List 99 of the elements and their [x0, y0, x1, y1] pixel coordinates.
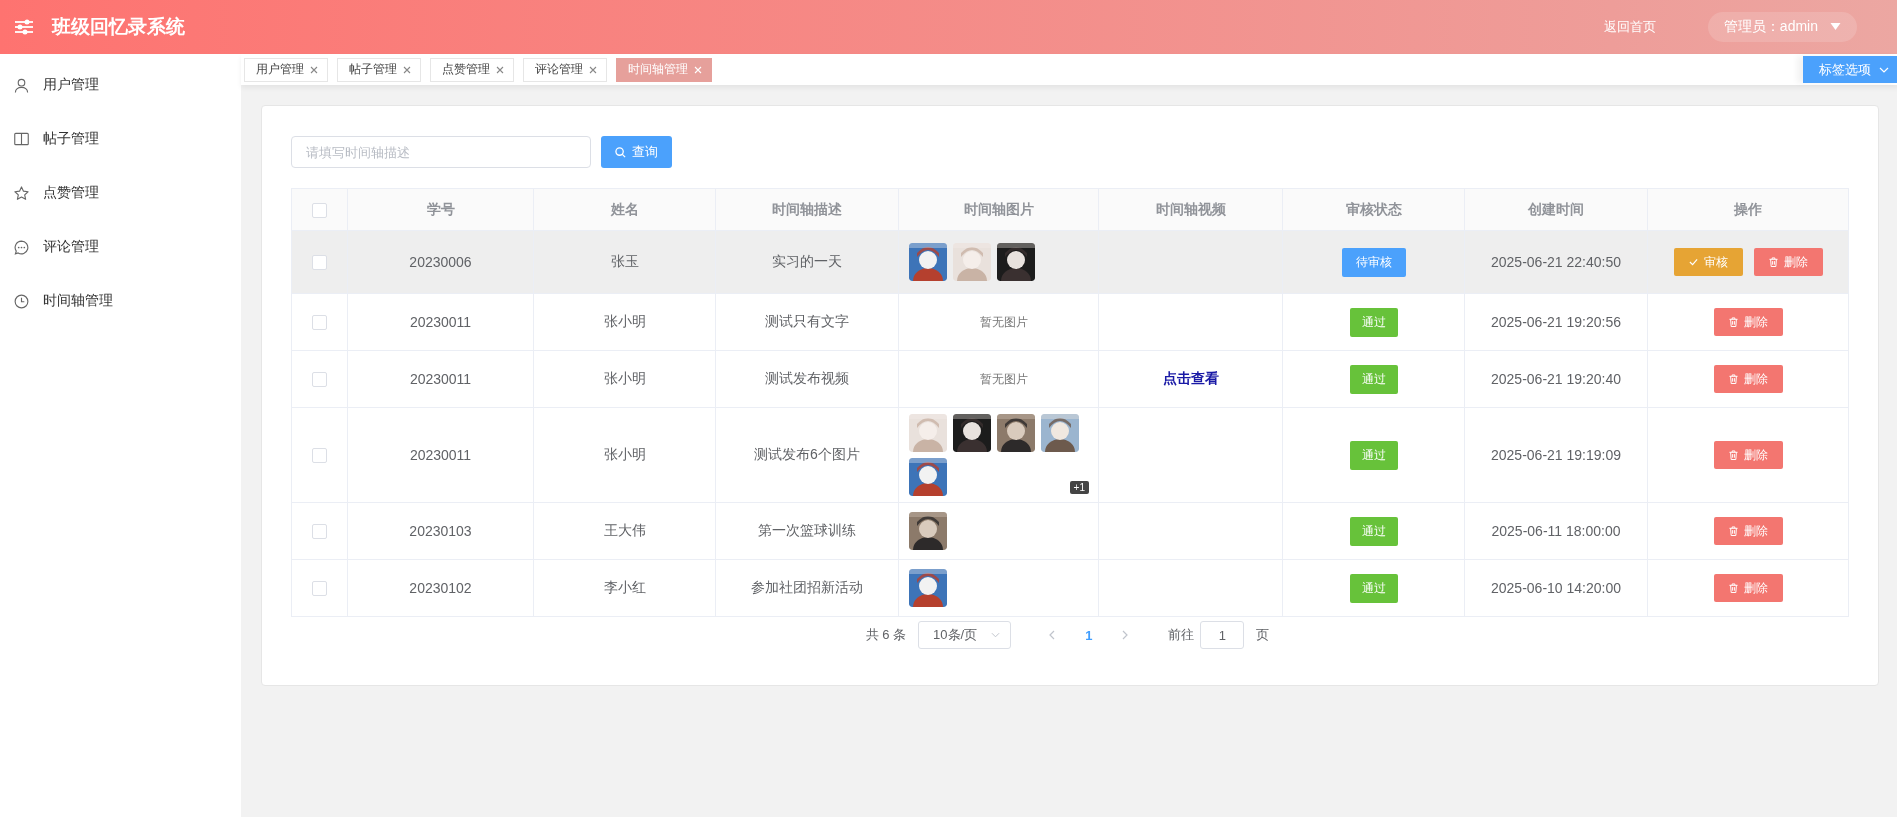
trash-icon — [1728, 374, 1738, 384]
page-input[interactable]: 1 — [1200, 621, 1245, 649]
more-images-badge: +1 — [1069, 481, 1089, 494]
checkbox[interactable] — [312, 524, 327, 540]
close-icon[interactable] — [310, 65, 318, 74]
sidebar-label: 时间轴管理 — [43, 292, 113, 310]
table-cell: 参加社团招新活动 — [751, 579, 863, 595]
table-cell: 20230011 — [409, 447, 472, 463]
table-cell: 2025-06-21 19:20:56 — [1491, 314, 1621, 330]
check-icon — [1688, 258, 1698, 266]
app-title: 班级回忆录系统 — [52, 15, 185, 39]
total-count: 共 6 条 — [865, 626, 907, 644]
trash-icon — [1728, 526, 1738, 536]
no-image-text: 暂无图片 — [978, 313, 1029, 331]
table-cell: 王大伟 — [603, 522, 646, 538]
sidebar-item[interactable]: 评论管理 — [0, 220, 241, 274]
sidebar-label: 点赞管理 — [43, 184, 99, 202]
table-cell: 张玉 — [610, 253, 639, 269]
close-icon[interactable] — [589, 65, 597, 74]
tab[interactable]: 点赞管理 — [430, 57, 514, 82]
status-tag: 通过 — [1349, 573, 1398, 603]
checkbox[interactable] — [312, 448, 327, 464]
table-row[interactable]: 20230006 张玉 实习的一天 待审核 2025-06-21 22:40:50 审核 删除 — [291, 230, 1849, 294]
table-cell: 2025-06-21 19:19:09 — [1491, 447, 1621, 463]
sidebar-item[interactable]: 帖子管理 — [0, 112, 241, 166]
table-row[interactable]: 20230011 张小明 测试发布6个图片 +1 通过 2025-06-21 19:19:09 删除 — [291, 407, 1849, 503]
sidebar-item[interactable]: 时间轴管理 — [0, 274, 241, 328]
table-cell: 测试发布视频 — [765, 370, 849, 386]
goto-label: 前往 — [1168, 626, 1195, 644]
table-cell: 李小红 — [603, 579, 646, 595]
table-cell: 2025-06-11 18:00:00 — [1491, 523, 1621, 539]
tab[interactable]: 评论管理 — [523, 57, 607, 82]
status-tag: 待审核 — [1341, 247, 1406, 277]
table-cell: 测试发布6个图片 — [754, 446, 860, 462]
table-cell: 测试只有文字 — [765, 313, 849, 329]
user-icon — [14, 77, 29, 93]
column-header: 时间轴描述 — [772, 200, 842, 217]
table-cell: 20230103 — [409, 523, 472, 539]
table-cell: 20230011 — [409, 371, 472, 387]
sidebar-label: 评论管理 — [43, 238, 99, 256]
column-header: 创建时间 — [1528, 200, 1584, 217]
column-header: 时间轴视频 — [1155, 200, 1226, 217]
status-tag: 通过 — [1349, 516, 1398, 546]
column-header: 姓名 — [610, 200, 639, 217]
tab[interactable]: 用户管理 — [244, 57, 328, 82]
column-header: 学号 — [426, 200, 455, 217]
column-header: 时间轴图片 — [963, 200, 1034, 217]
chevron-down-icon — [1879, 66, 1889, 73]
table-cell: 张小明 — [603, 313, 646, 329]
close-icon[interactable] — [496, 65, 504, 74]
page-size-select[interactable]: 10条/页 — [918, 621, 1012, 649]
table-cell: 第一次篮球训练 — [758, 522, 856, 538]
star-icon — [14, 185, 29, 201]
trash-icon — [1728, 450, 1738, 460]
status-tag: 通过 — [1349, 307, 1398, 337]
trash-icon — [1728, 583, 1738, 593]
table-cell: 2025-06-21 22:40:50 — [1491, 254, 1621, 270]
checkbox[interactable] — [312, 581, 327, 597]
sidebar-label: 帖子管理 — [43, 130, 99, 148]
table-cell: 2025-06-21 19:20:40 — [1491, 371, 1621, 387]
search-icon — [615, 146, 626, 158]
trash-icon — [1728, 317, 1738, 327]
previous-page-icon[interactable] — [1049, 630, 1056, 640]
table-cell: 20230006 — [409, 254, 472, 270]
clock-icon — [14, 293, 29, 309]
no-image-text: 暂无图片 — [978, 370, 1029, 388]
sidebar-label: 用户管理 — [43, 76, 99, 94]
page-suffix: 页 — [1256, 626, 1270, 644]
column-header: 审核状态 — [1345, 200, 1402, 217]
table-row[interactable]: 20230011 张小明 测试只有文字 暂无图片 通过 2025-06-21 19:20:56 删除 — [291, 293, 1849, 351]
table-cell: 2025-06-10 14:20:00 — [1491, 580, 1621, 596]
table-row[interactable]: 20230102 李小红 参加社团招新活动 通过 2025-06-10 14:20:00 删除 — [291, 559, 1849, 617]
table-row[interactable]: 20230103 王大伟 第一次篮球训练 通过 2025-06-11 18:00:00 删除 — [291, 502, 1849, 560]
book-icon — [14, 132, 29, 146]
chevron-down-icon — [991, 632, 1001, 638]
table-cell: 张小明 — [603, 370, 646, 386]
sliders-icon[interactable] — [14, 19, 34, 35]
table-cell: 张小明 — [603, 446, 646, 462]
table-cell: 实习的一天 — [772, 253, 842, 269]
tab[interactable]: 帖子管理 — [337, 57, 421, 82]
checkbox[interactable] — [312, 372, 327, 388]
next-page-icon[interactable] — [1122, 630, 1129, 640]
caret-icon — [1830, 23, 1841, 31]
table-cell: 20230102 — [409, 580, 472, 596]
comment-icon — [14, 239, 29, 255]
table-row[interactable]: 20230011 张小明 测试发布视频 暂无图片 点击查看 通过 2025-06-21 19:20:40 删除 — [291, 350, 1849, 408]
sidebar-item[interactable]: 点赞管理 — [0, 166, 241, 220]
checkbox[interactable] — [312, 255, 327, 271]
column-header: 操作 — [1734, 200, 1762, 217]
sidebar-item[interactable]: 用户管理 — [0, 58, 241, 112]
status-tag: 通过 — [1349, 440, 1398, 470]
view-video-link[interactable]: 点击查看 — [1162, 370, 1219, 386]
checkbox[interactable] — [312, 202, 327, 218]
table-cell: 20230011 — [409, 314, 472, 330]
checkbox[interactable] — [312, 315, 327, 331]
search-field[interactable]: 请填写时间轴描述 — [291, 136, 591, 168]
trash-icon — [1768, 257, 1778, 267]
status-tag: 通过 — [1349, 364, 1398, 394]
close-icon[interactable] — [403, 65, 411, 74]
